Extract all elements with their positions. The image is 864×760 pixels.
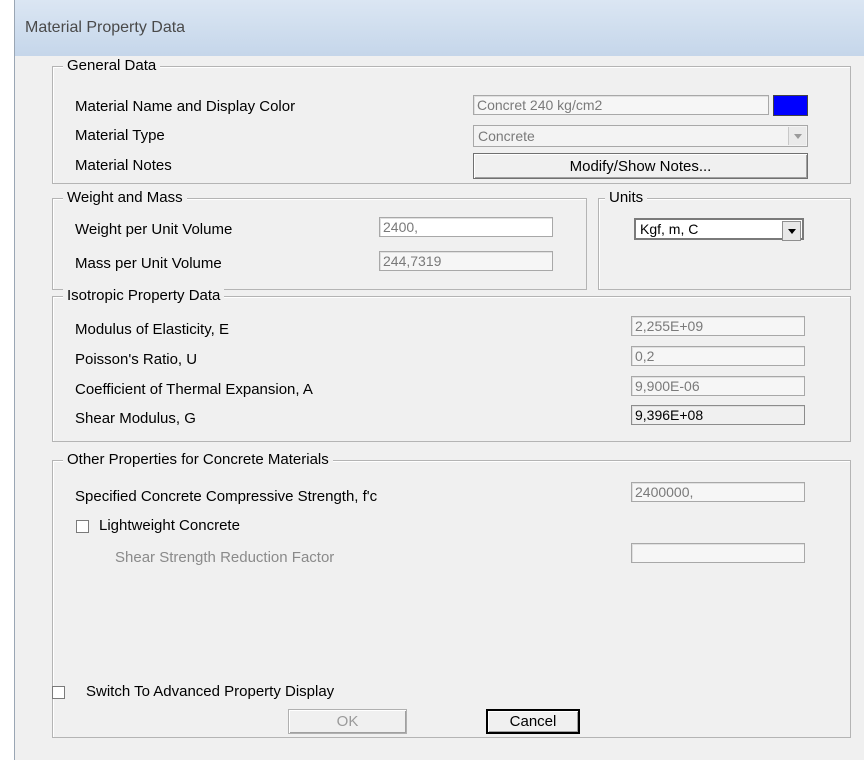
concrete-properties-legend: Other Properties for Concrete Materials <box>63 451 333 469</box>
advanced-display-checkbox[interactable] <box>52 686 65 699</box>
poisson-ratio-label: Poisson's Ratio, U <box>75 351 198 368</box>
isotropic-property-group: Isotropic Property Data Modulus of Elast… <box>52 287 851 442</box>
material-name-input[interactable]: Concret 240 kg/cm2 <box>473 95 769 115</box>
dialog-title: Material Property Data <box>25 19 186 36</box>
thermal-expansion-label: Coefficient of Thermal Expansion, A <box>75 381 313 398</box>
shear-modulus-label: Shear Modulus, G <box>75 410 196 427</box>
dialog-body: General Data Material Name and Display C… <box>15 56 864 760</box>
modulus-elasticity-label: Modulus of Elasticity, E <box>75 321 229 338</box>
material-property-dialog: Material Property Data General Data Mate… <box>14 0 864 760</box>
material-notes-label: Material Notes <box>75 157 172 174</box>
weight-per-volume-label: Weight per Unit Volume <box>75 221 233 238</box>
material-type-value: Concrete <box>478 128 535 144</box>
cancel-button[interactable]: Cancel <box>486 709 580 734</box>
compressive-strength-input[interactable]: 2400000, <box>631 482 805 502</box>
shear-strength-reduction-input <box>631 543 805 563</box>
units-value: Kgf, m, C <box>640 221 699 237</box>
isotropic-property-legend: Isotropic Property Data <box>63 287 225 305</box>
lightweight-concrete-checkbox[interactable] <box>76 520 89 533</box>
general-data-group: General Data Material Name and Display C… <box>52 57 851 184</box>
title-bar: Material Property Data <box>15 0 864 56</box>
weight-per-volume-input[interactable]: 2400, <box>379 217 553 237</box>
units-select[interactable]: Kgf, m, C <box>634 218 804 241</box>
modulus-elasticity-input[interactable]: 2,255E+09 <box>631 316 805 336</box>
weight-mass-legend: Weight and Mass <box>63 189 187 207</box>
advanced-display-label: Switch To Advanced Property Display <box>86 683 335 700</box>
modify-show-notes-button[interactable]: Modify/Show Notes... <box>473 153 808 179</box>
thermal-expansion-input[interactable]: 9,900E-06 <box>631 376 805 396</box>
mass-per-volume-input: 244,7319 <box>379 251 553 271</box>
units-group: Units Kgf, m, C <box>598 189 851 290</box>
material-name-label: Material Name and Display Color <box>75 98 296 115</box>
weight-mass-group: Weight and Mass Weight per Unit Volume 2… <box>52 189 587 290</box>
units-legend: Units <box>605 189 648 207</box>
material-type-label: Material Type <box>75 127 165 144</box>
ok-button[interactable]: OK <box>288 709 407 734</box>
mass-per-volume-label: Mass per Unit Volume <box>75 255 222 272</box>
general-data-legend: General Data <box>63 57 161 75</box>
shear-modulus-value: 9,396E+08 <box>631 405 805 425</box>
chevron-down-icon[interactable] <box>788 127 806 145</box>
display-color-swatch[interactable] <box>773 95 808 116</box>
shear-strength-reduction-label: Shear Strength Reduction Factor <box>115 549 335 566</box>
poisson-ratio-input[interactable]: 0,2 <box>631 346 805 366</box>
chevron-down-icon[interactable] <box>782 221 801 241</box>
compressive-strength-label: Specified Concrete Compressive Strength,… <box>75 488 378 505</box>
lightweight-concrete-label: Lightweight Concrete <box>99 517 240 534</box>
material-type-select[interactable]: Concrete <box>473 125 808 147</box>
